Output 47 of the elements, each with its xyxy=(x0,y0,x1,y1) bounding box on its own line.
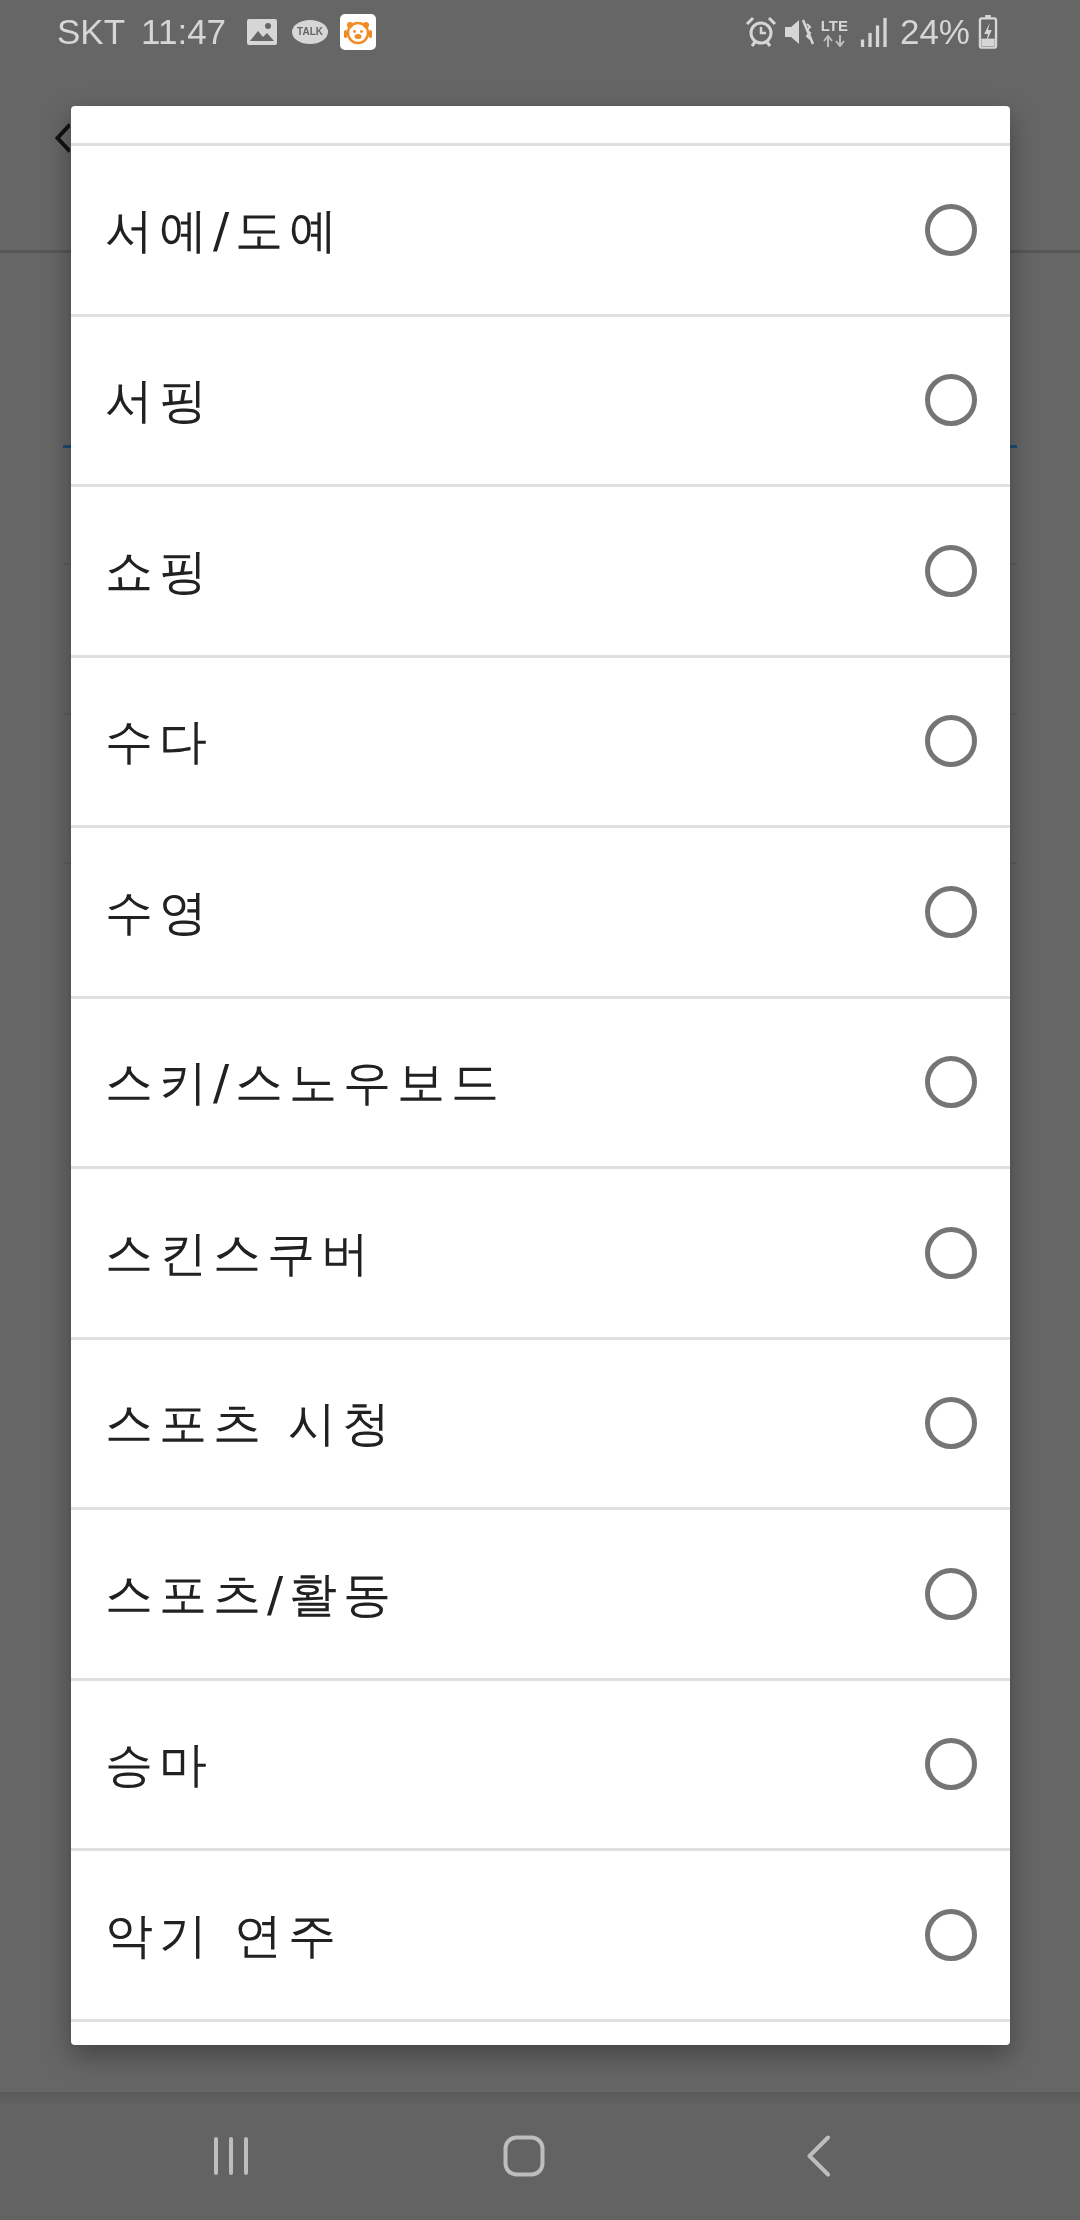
signal-icon xyxy=(859,17,888,47)
radio-icon[interactable] xyxy=(925,885,977,938)
option-row[interactable]: 서예/도예 xyxy=(71,146,1010,317)
radio-icon[interactable] xyxy=(925,1226,977,1279)
option-label: 쇼핑 xyxy=(105,541,213,601)
option-label: 수다 xyxy=(105,712,213,772)
clock-time: 11:47 xyxy=(141,11,227,53)
option-label: 악기 연주 xyxy=(105,1905,343,1965)
option-label: 스포츠/활동 xyxy=(105,1564,398,1624)
radio-icon[interactable] xyxy=(925,203,977,256)
radio-icon[interactable] xyxy=(925,374,977,427)
option-label: 승마 xyxy=(105,1735,213,1795)
option-row[interactable]: 스키/스노우보드 xyxy=(71,998,1010,1169)
option-label: 스킨스쿠버 xyxy=(105,1223,375,1283)
radio-icon[interactable] xyxy=(925,1908,977,1961)
radio-icon[interactable] xyxy=(925,715,977,768)
option-label: 수영 xyxy=(105,882,213,942)
option-row[interactable]: 쇼핑 xyxy=(71,487,1010,658)
network-type: LTE xyxy=(820,17,848,33)
option-label: 서핑 xyxy=(105,371,213,431)
option-row[interactable]: 스포츠/활동 xyxy=(71,1510,1010,1681)
option-row[interactable]: 악기 연주 xyxy=(71,1851,1010,2022)
talk-badge: TALK xyxy=(292,20,329,44)
battery-percent: 24% xyxy=(899,11,970,53)
carrier-name: SKT xyxy=(57,11,126,53)
option-row[interactable]: 승마 xyxy=(71,1680,1010,1851)
option-label: 스키/스노우보드 xyxy=(105,1053,506,1113)
bear-app-icon xyxy=(340,14,377,50)
recent-apps-icon[interactable] xyxy=(213,2136,249,2176)
home-icon[interactable] xyxy=(503,2135,545,2177)
data-arrows-icon xyxy=(822,34,847,47)
radio-icon[interactable] xyxy=(925,1738,977,1791)
option-label: 서예/도예 xyxy=(105,200,344,260)
alarm-clock-icon xyxy=(744,16,777,48)
option-row[interactable]: 스킨스쿠버 xyxy=(71,1169,1010,1340)
option-label: 스포츠 시청 xyxy=(105,1394,397,1454)
image-icon xyxy=(246,18,279,46)
option-row[interactable]: 스포츠 시청 xyxy=(71,1339,1010,1510)
radio-icon[interactable] xyxy=(925,1056,977,1109)
option-row[interactable]: 서핑 xyxy=(71,316,1010,487)
radio-icon[interactable] xyxy=(925,1567,977,1620)
radio-icon[interactable] xyxy=(925,544,977,597)
back-icon[interactable] xyxy=(807,2135,831,2177)
option-row[interactable]: 수다 xyxy=(71,657,1010,828)
radio-icon[interactable] xyxy=(925,1397,977,1450)
option-row[interactable]: 수영 xyxy=(71,828,1010,999)
battery-charging-icon xyxy=(978,15,998,49)
